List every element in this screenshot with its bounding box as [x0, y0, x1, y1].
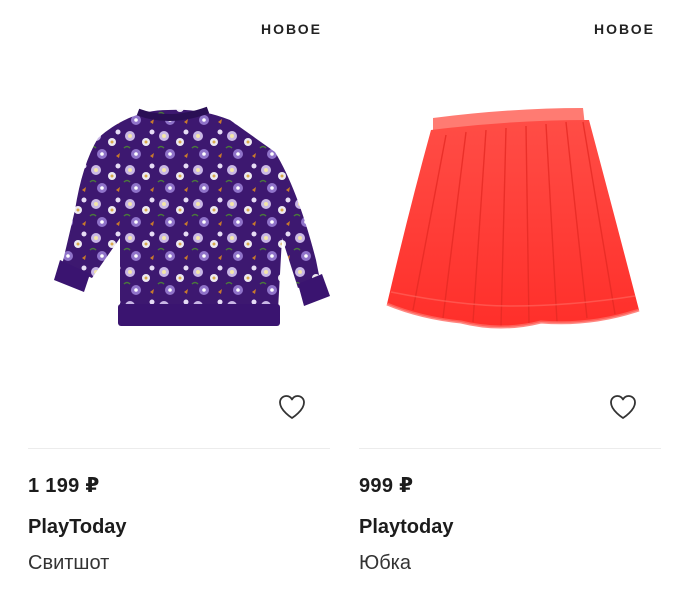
product-card[interactable]: НОВОЕ: [28, 0, 330, 600]
divider: [28, 448, 330, 449]
product-image-sweatshirt[interactable]: [20, 60, 338, 360]
favorite-button[interactable]: [608, 392, 638, 422]
product-price: 999 ₽: [359, 475, 414, 497]
new-badge: НОВОЕ: [261, 21, 322, 37]
product-image-skirt[interactable]: [351, 60, 669, 360]
product-brand[interactable]: Playtoday: [359, 516, 453, 539]
product-name[interactable]: Юбка: [359, 552, 411, 575]
heart-outline-icon: [279, 395, 305, 419]
product-brand[interactable]: PlayToday: [28, 516, 127, 539]
new-badge: НОВОЕ: [594, 21, 655, 37]
favorite-button[interactable]: [277, 392, 307, 422]
divider: [359, 448, 661, 449]
product-card[interactable]: НОВОЕ: [359, 0, 661, 600]
product-name[interactable]: Свитшот: [28, 552, 109, 575]
product-price: 1 199 ₽: [28, 475, 100, 497]
heart-outline-icon: [610, 395, 636, 419]
product-grid: НОВОЕ 1 199 ₽ PlayToday Свитшот НОВОЕ 99…: [0, 0, 689, 600]
